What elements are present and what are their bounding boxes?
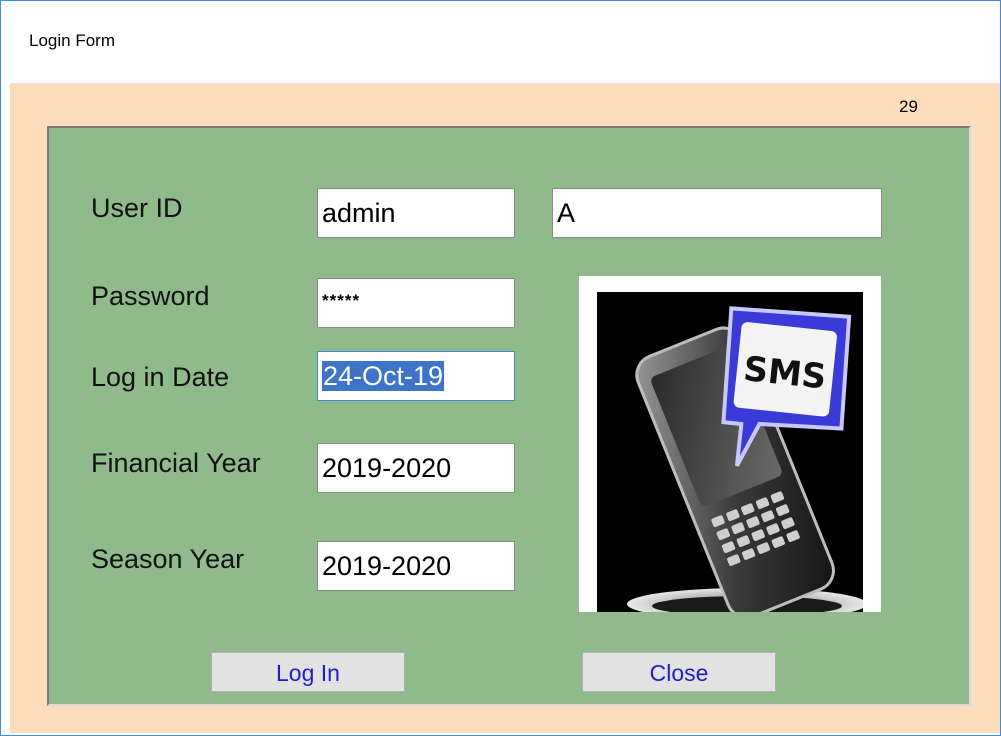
season-year-input[interactable]: 2019-2020 (317, 541, 515, 591)
user-name-input[interactable]: A (552, 188, 882, 238)
window-title: Login Form (29, 31, 115, 50)
login-date-input[interactable]: 24-Oct-19 (317, 351, 515, 401)
password-input[interactable]: ***** (317, 278, 515, 328)
user-id-label: User ID (91, 193, 183, 223)
password-label: Password (91, 281, 210, 311)
user-id-input[interactable]: admin (317, 188, 515, 238)
login-date-label: Log in Date (91, 362, 230, 392)
sms-phone-image: SMS (597, 292, 863, 612)
counter-label: 29 (899, 97, 918, 116)
sms-image-frame: SMS (579, 276, 881, 612)
title-bar[interactable]: Login Form (1, 1, 1000, 83)
form-client-area: 29 User ID admin A Password ***** Log in… (10, 83, 1000, 733)
close-button[interactable]: Close (582, 652, 776, 692)
season-year-label: Season Year (91, 544, 245, 574)
login-date-value: 24-Oct-19 (322, 361, 445, 391)
login-button[interactable]: Log In (211, 652, 405, 692)
financial-year-label: Financial Year (91, 448, 261, 478)
login-window: Login Form 29 User ID admin A Password *… (0, 0, 1001, 736)
login-panel: User ID admin A Password ***** Log in Da… (47, 126, 971, 706)
sms-phone-icon: SMS (627, 306, 863, 612)
financial-year-input[interactable]: 2019-2020 (317, 443, 515, 493)
divider (10, 83, 1000, 85)
